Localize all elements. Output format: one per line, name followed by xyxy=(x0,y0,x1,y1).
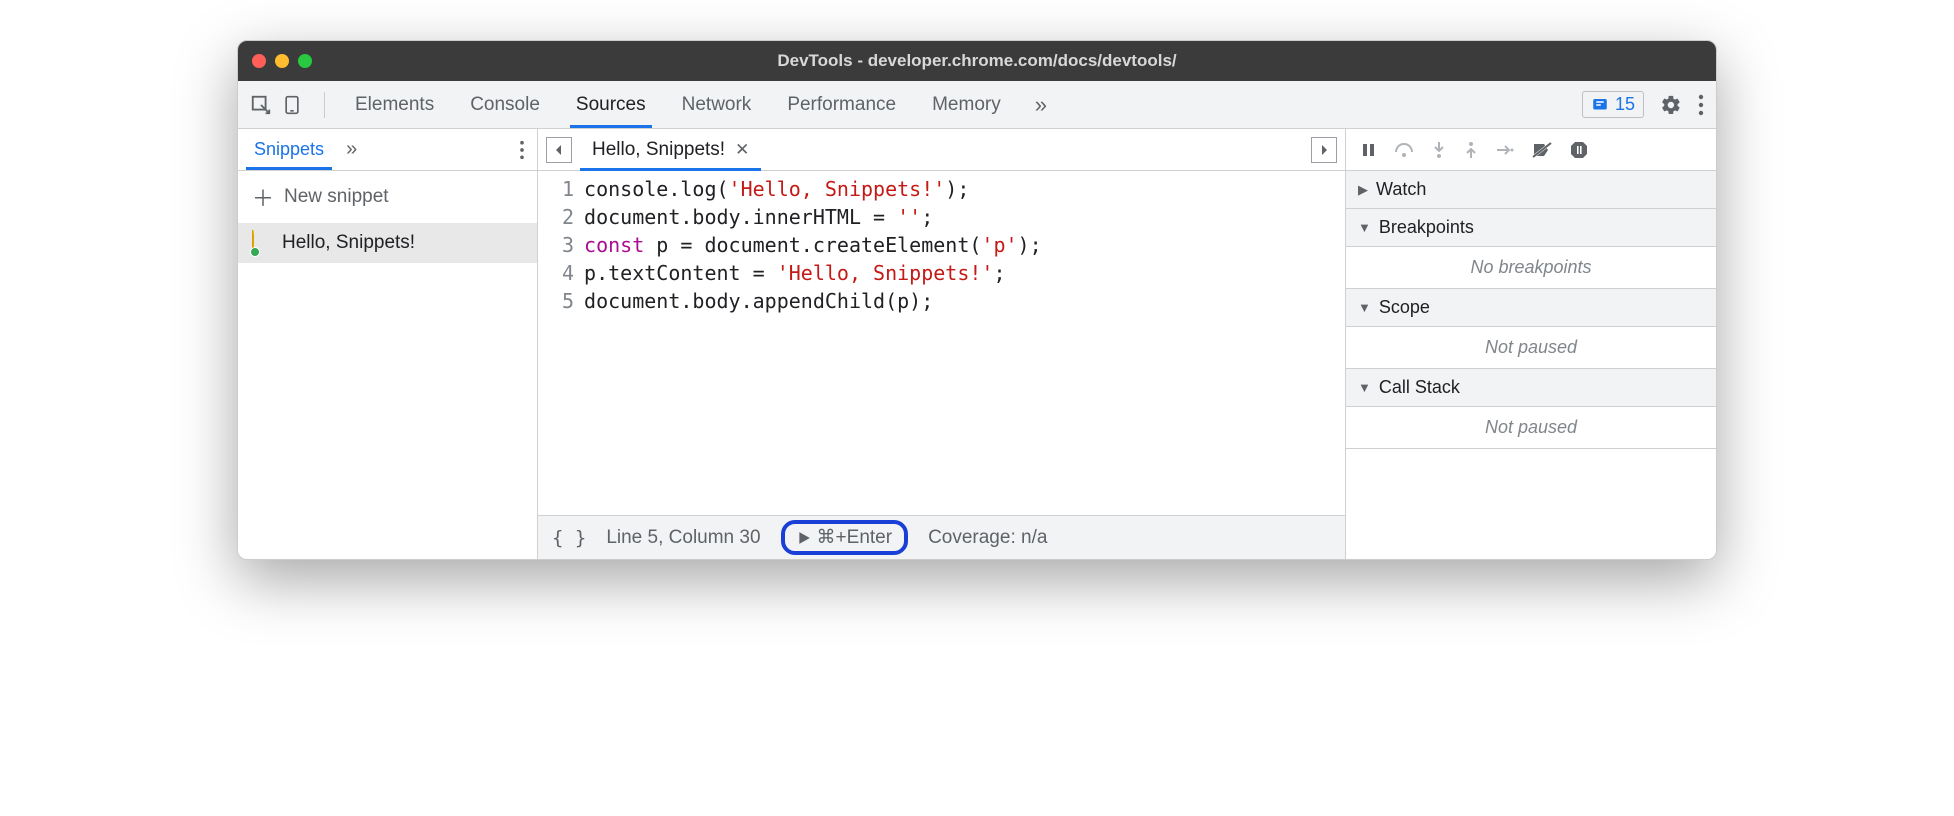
deactivate-breakpoints-icon[interactable] xyxy=(1532,141,1552,159)
devtools-window: DevTools - developer.chrome.com/docs/dev… xyxy=(237,40,1717,560)
triangle-down-icon: ▼ xyxy=(1358,300,1371,315)
kebab-menu-icon[interactable] xyxy=(1698,94,1704,116)
divider xyxy=(324,92,325,118)
run-shortcut-label: ⌘+Enter xyxy=(817,526,893,549)
pause-icon[interactable] xyxy=(1360,142,1376,158)
code-editor[interactable]: 12345 console.log('Hello, Snippets!');do… xyxy=(538,171,1345,515)
device-toggle-icon[interactable] xyxy=(282,94,302,116)
debugger-toolbar xyxy=(1346,129,1716,171)
section-label: Call Stack xyxy=(1379,377,1460,398)
zoom-window-icon[interactable] xyxy=(298,54,312,68)
window-controls xyxy=(252,54,312,68)
section-breakpoints[interactable]: ▼ Breakpoints xyxy=(1346,209,1716,247)
section-label: Scope xyxy=(1379,297,1430,318)
nav-forward-icon[interactable] xyxy=(1311,137,1337,163)
navigator-menu-icon[interactable] xyxy=(519,140,525,160)
editor-file-tab[interactable]: Hello, Snippets! ✕ xyxy=(580,129,761,170)
editor-pane: Hello, Snippets! ✕ 12345 console.log('He… xyxy=(538,129,1346,559)
issues-badge[interactable]: 15 xyxy=(1582,91,1644,118)
issues-count: 15 xyxy=(1615,94,1635,115)
cursor-position: Line 5, Column 30 xyxy=(606,527,760,549)
section-body: No breakpoints xyxy=(1346,247,1716,289)
tab-console[interactable]: Console xyxy=(452,81,558,128)
tab-elements[interactable]: Elements xyxy=(337,81,452,128)
snippets-tab[interactable]: Snippets xyxy=(250,129,328,170)
new-snippet-button[interactable]: ＋ New snippet xyxy=(238,171,537,223)
editor-statusbar: { } Line 5, Column 30 ⌘+Enter Coverage: … xyxy=(538,515,1345,559)
step-into-icon[interactable] xyxy=(1432,141,1446,159)
step-out-icon[interactable] xyxy=(1464,141,1478,159)
line-gutter: 12345 xyxy=(538,175,584,515)
window-titlebar: DevTools - developer.chrome.com/docs/dev… xyxy=(238,41,1716,81)
triangle-down-icon: ▼ xyxy=(1358,380,1371,395)
coverage-status: Coverage: n/a xyxy=(928,527,1047,549)
navigator-pane: Snippets » ＋ New snippet Hello, Snippets… xyxy=(238,129,538,559)
navigator-tabs: Snippets » xyxy=(238,129,537,171)
section-scope[interactable]: ▼ Scope xyxy=(1346,289,1716,327)
run-snippet-button[interactable]: ⌘+Enter xyxy=(781,520,909,555)
more-navigator-tabs-icon[interactable]: » xyxy=(346,138,357,161)
window-title: DevTools - developer.chrome.com/docs/dev… xyxy=(238,51,1716,71)
triangle-right-icon: ▶ xyxy=(1358,182,1368,198)
debugger-pane: ▶ Watch ▼ Breakpoints No breakpoints ▼ Scope No… xyxy=(1346,129,1716,559)
file-tab-label: Hello, Snippets! xyxy=(592,139,725,161)
main-toolbar: ElementsConsoleSourcesNetworkPerformance… xyxy=(238,81,1716,129)
snippet-file-icon xyxy=(252,231,272,255)
more-tabs-icon[interactable]: » xyxy=(1025,92,1057,118)
tab-sources[interactable]: Sources xyxy=(558,81,664,128)
editor-tabbar: Hello, Snippets! ✕ xyxy=(538,129,1345,171)
section-label: Watch xyxy=(1376,179,1426,200)
close-tab-icon[interactable]: ✕ xyxy=(735,140,749,160)
plus-icon: ＋ xyxy=(252,181,274,213)
settings-gear-icon[interactable] xyxy=(1660,94,1682,116)
minimize-window-icon[interactable] xyxy=(275,54,289,68)
step-icon[interactable] xyxy=(1496,144,1514,156)
nav-back-icon[interactable] xyxy=(546,137,572,163)
tab-memory[interactable]: Memory xyxy=(914,81,1019,128)
pause-on-exceptions-icon[interactable] xyxy=(1570,141,1588,159)
panel-tabs: ElementsConsoleSourcesNetworkPerformance… xyxy=(337,81,1019,128)
snippet-list-item[interactable]: Hello, Snippets! xyxy=(238,223,537,263)
inspect-element-icon[interactable] xyxy=(250,94,272,116)
content-area: Snippets » ＋ New snippet Hello, Snippets… xyxy=(238,129,1716,559)
triangle-down-icon: ▼ xyxy=(1358,220,1371,235)
section-label: Breakpoints xyxy=(1379,217,1474,238)
tab-performance[interactable]: Performance xyxy=(769,81,914,128)
section-body: Not paused xyxy=(1346,327,1716,369)
format-braces-icon[interactable]: { } xyxy=(552,527,586,549)
close-window-icon[interactable] xyxy=(252,54,266,68)
code-content: console.log('Hello, Snippets!');document… xyxy=(584,175,1042,515)
snippet-item-label: Hello, Snippets! xyxy=(282,232,415,254)
section-call-stack[interactable]: ▼ Call Stack xyxy=(1346,369,1716,407)
section-body: Not paused xyxy=(1346,407,1716,449)
tab-network[interactable]: Network xyxy=(664,81,770,128)
new-snippet-label: New snippet xyxy=(284,186,389,208)
step-over-icon[interactable] xyxy=(1394,142,1414,158)
section-watch[interactable]: ▶ Watch xyxy=(1346,171,1716,209)
